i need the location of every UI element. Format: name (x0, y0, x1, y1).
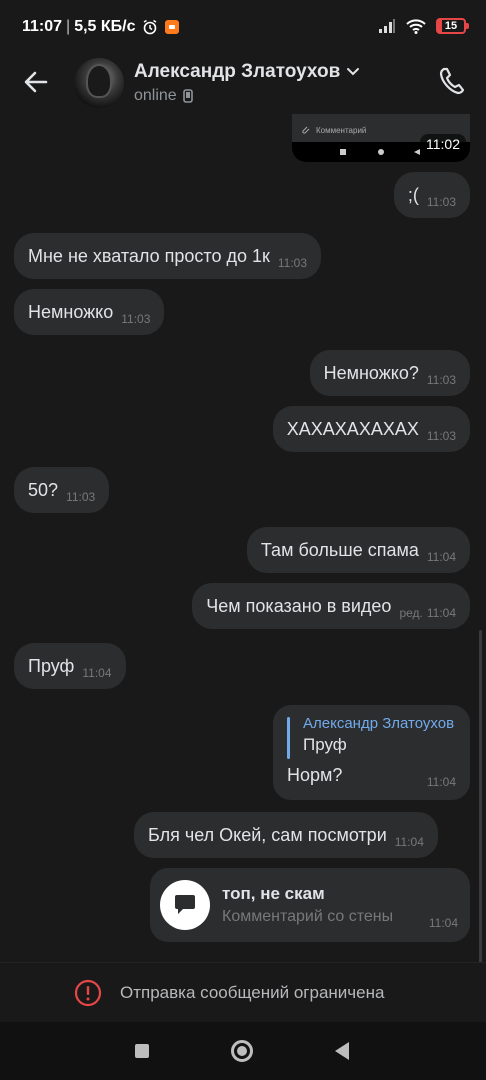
chevron-down-icon (347, 68, 360, 76)
battery-level: 15 (444, 20, 458, 32)
message-time: 11:04 (82, 666, 112, 680)
message-bubble[interactable]: Бля чел Окей, сам посмотри 11:04 (134, 812, 438, 858)
message-time: 11:04 (428, 916, 458, 930)
message-bubble[interactable]: ;( 11:03 (393, 172, 470, 218)
alarm-icon (143, 19, 156, 35)
media-time: 11:02 (420, 134, 466, 154)
network-speed: 5,5 КБ/с (74, 18, 136, 35)
comment-icon (175, 895, 195, 914)
avatar[interactable] (74, 58, 124, 108)
message-text: ХАХАХАХАХАХ (286, 418, 419, 439)
message-text: Бля чел Окей, сам посмотри (148, 824, 387, 845)
phone-call-icon[interactable] (438, 66, 466, 96)
message-bubble[interactable]: Чем показано в видео ред. 11:04 (192, 583, 470, 629)
message-bubble[interactable]: 50? 11:03 (14, 467, 110, 513)
comment-title: топ, не скам (222, 884, 325, 903)
status-separator: | (66, 18, 71, 35)
message-time: 11:03 (66, 490, 96, 504)
message-text: Норм? (287, 765, 343, 785)
battery-icon: 15 (436, 18, 469, 34)
back-arrow-icon[interactable] (22, 68, 50, 96)
message-bubble[interactable]: Немножко? 11:03 (309, 350, 470, 396)
contact-name-text: Александр Златоухов (134, 61, 341, 82)
chat-header: Александр Златоухов online (0, 58, 486, 110)
message-text: Немножко? (323, 362, 419, 383)
message-text: Немножко (28, 301, 114, 322)
message-time: 11:04 (426, 550, 456, 564)
recents-button[interactable] (135, 1044, 149, 1058)
contact-status: online (134, 87, 193, 105)
edited-label: ред. (399, 606, 423, 620)
system-nav-bar (0, 1022, 486, 1080)
status-left: 11:07 | 5,5 КБ/с (22, 18, 180, 36)
message-bubble[interactable]: ХАХАХАХАХАХ 11:03 (272, 406, 470, 452)
message-time: 11:04 (426, 775, 456, 789)
message-bubble[interactable]: Там больше спама 11:04 (246, 527, 470, 573)
back-button[interactable] (335, 1042, 349, 1060)
message-text: Мне не хватало просто до 1к (28, 245, 270, 266)
quoted-author[interactable]: Александр Златоухов (303, 715, 454, 732)
media-preview[interactable]: Комментарий 11:02 (292, 114, 470, 162)
status-right: 15 (378, 18, 469, 34)
message-time: 11:03 (426, 429, 456, 443)
signal-icon (379, 19, 395, 33)
message-text: Там больше спама (260, 539, 419, 560)
message-time: 11:03 (277, 256, 308, 270)
mobile-device-icon (182, 89, 193, 103)
contact-name[interactable]: Александр Златоухов (134, 61, 360, 83)
message-time: 11:04 (426, 606, 456, 620)
comment-subtitle: Комментарий со стены (222, 908, 394, 925)
wall-comment-attachment[interactable]: топ, не скам Комментарий со стены 11:04 (150, 868, 470, 942)
messaging-restricted-bar: Отправка сообщений ограничена (0, 962, 486, 1022)
message-text: Чем показано в видео (206, 595, 392, 616)
home-button[interactable] (231, 1040, 253, 1062)
warning-icon (74, 979, 102, 1007)
message-bubble[interactable]: Пруф 11:04 (14, 643, 126, 689)
restriction-text: Отправка сообщений ограничена (120, 983, 385, 1002)
status-time: 11:07 (22, 18, 63, 35)
quote-bar (287, 717, 290, 759)
message-bubble[interactable]: Мне не хватало просто до 1к 11:03 (14, 233, 322, 279)
message-text: 50? (28, 479, 59, 500)
wifi-icon (406, 19, 426, 34)
quoted-text: Пруф (303, 735, 347, 754)
message-time: 11:04 (394, 835, 424, 849)
comment-icon-circle (160, 880, 210, 930)
attach-icon (302, 126, 310, 134)
scrollbar[interactable] (479, 630, 482, 962)
message-text: Пруф (28, 655, 75, 676)
reply-message-bubble[interactable]: Александр Златоухов Пруф Норм? 11:04 (273, 705, 470, 800)
message-time: 11:03 (121, 312, 151, 326)
online-status: online (134, 87, 177, 104)
message-list[interactable]: Комментарий 11:02 ;( 11:03 Мне не хватал… (0, 110, 486, 962)
message-bubble[interactable]: Немножко 11:03 (14, 289, 165, 335)
message-time: 11:03 (426, 373, 456, 387)
message-text: ;( (407, 184, 419, 205)
app-notification-icon (164, 20, 179, 34)
media-input-placeholder: Комментарий (316, 125, 367, 135)
message-time: 11:03 (426, 195, 456, 209)
status-bar: 11:07 | 5,5 КБ/с 15 (0, 0, 486, 58)
